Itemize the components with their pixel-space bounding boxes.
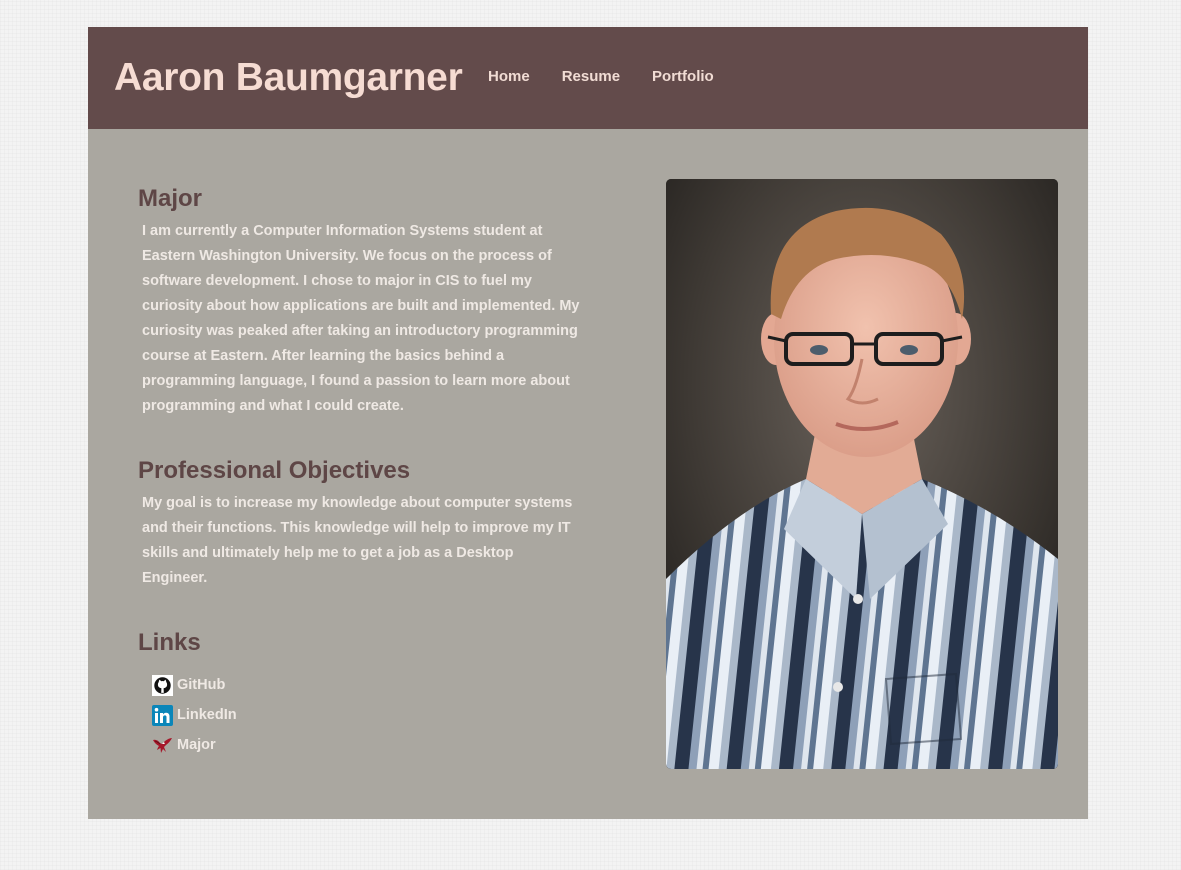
- major-link[interactable]: Major: [152, 735, 216, 756]
- page-container: Aaron Baumgarner Home Resume Portfolio M…: [88, 27, 1088, 819]
- nav-portfolio-link[interactable]: Portfolio: [652, 67, 714, 87]
- list-item: GitHub: [152, 670, 237, 700]
- github-link[interactable]: GitHub: [152, 674, 226, 696]
- linkedin-link-label: LinkedIn: [177, 707, 237, 723]
- github-link-label: GitHub: [177, 677, 226, 693]
- github-icon: [152, 674, 173, 696]
- links-list: GitHub LinkedIn Major: [152, 670, 237, 760]
- eagle-icon: [152, 735, 173, 756]
- list-item: Major: [152, 730, 237, 760]
- profile-photo: [666, 179, 1058, 769]
- linkedin-icon: [152, 704, 173, 726]
- major-heading: Major: [138, 185, 203, 212]
- nav-resume-link[interactable]: Resume: [562, 67, 620, 87]
- links-heading: Links: [138, 629, 201, 656]
- list-item: LinkedIn: [152, 700, 237, 730]
- major-text: I am currently a Computer Information Sy…: [142, 223, 580, 414]
- major-link-label: Major: [177, 737, 216, 753]
- nav-home-link[interactable]: Home: [488, 67, 530, 87]
- site-title: Aaron Baumgarner: [114, 56, 463, 99]
- linkedin-link[interactable]: LinkedIn: [152, 704, 237, 726]
- site-header: Aaron Baumgarner Home Resume Portfolio: [88, 27, 1088, 129]
- main-nav: Home Resume Portfolio: [488, 67, 746, 87]
- objectives-heading: Professional Objectives: [138, 457, 411, 484]
- objectives-text: My goal is to increase my knowledge abou…: [142, 495, 573, 586]
